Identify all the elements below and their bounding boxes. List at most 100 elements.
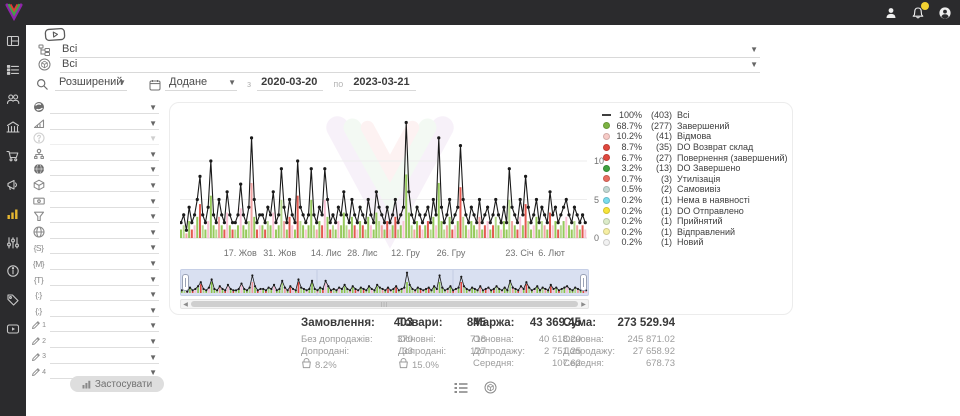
filter-select[interactable]: ▼ [50, 195, 159, 208]
date-field-value: Додане [169, 76, 207, 88]
stat-row-label: Середня: [563, 358, 604, 370]
filter-select[interactable]: ▼ [50, 319, 159, 332]
filter-select[interactable]: ▼ [50, 117, 159, 130]
filter-select[interactable]: ▼ [50, 179, 159, 192]
sidebar-item-megaphone[interactable] [0, 173, 26, 197]
legend-percent: 0.2% [614, 206, 642, 216]
legend-percent: 6.7% [614, 153, 642, 163]
legend-item[interactable]: 3.2%(13)DO Завершено [602, 163, 790, 174]
x-tick-label: 12. Гру [391, 248, 420, 258]
legend-item[interactable]: 10.2%(41)Відмова [602, 131, 790, 142]
apply-button[interactable]: Застосувати [70, 376, 164, 392]
chart-scrollbar[interactable]: ◀ ||| ▶ [180, 299, 589, 309]
sidebar-item-dashboard[interactable] [0, 29, 26, 53]
legend-percent: 68.7% [614, 121, 642, 131]
legend-dot-swatch [602, 197, 611, 204]
legend-item[interactable]: 100%(403)Всі [602, 110, 790, 121]
scroll-right-icon[interactable]: ▶ [579, 300, 588, 308]
user-icon[interactable] [883, 5, 898, 20]
sidebar-item-video[interactable] [0, 317, 26, 341]
legend-dot-swatch [602, 239, 611, 246]
legend-label: Прийнятий [677, 216, 723, 226]
search-mode-select[interactable]: Розширений ▼ [55, 76, 127, 91]
legend-item[interactable]: 0.2%(1)Нема в наявності [602, 195, 790, 206]
globe-wire-icon [31, 226, 46, 239]
filter-select[interactable]: ▼ [50, 210, 159, 223]
sitemap-icon [31, 148, 46, 161]
legend-percent: 8.7% [614, 142, 642, 152]
filter-row-ruler: ▼ [31, 115, 159, 130]
filter-select[interactable]: ▼ [50, 132, 159, 145]
topbar [0, 0, 960, 25]
search-icon[interactable] [36, 78, 49, 91]
stat-title: Замовлення:403 [301, 317, 413, 329]
sidebar-item-store[interactable] [0, 115, 26, 139]
sidebar-item-users[interactable] [0, 87, 26, 111]
legend-item[interactable]: 0.2% (1) Прийнятий [602, 216, 790, 227]
sidebar-item-orders-list[interactable] [0, 58, 26, 82]
product-filter-select[interactable]: Всі ▼ [60, 58, 760, 73]
funnel-icon [31, 210, 46, 223]
chart-brush[interactable] [180, 269, 589, 296]
filter-select[interactable]: ▼ [50, 101, 159, 114]
x-tick-label: 6. Лют [538, 248, 565, 258]
sidebar-item-cart[interactable] [0, 144, 26, 168]
legend-item[interactable]: 0.2%(1)Відправлений [602, 227, 790, 238]
legend-label: Повернення (завершений) [677, 153, 788, 163]
legend-count: (1) [646, 216, 672, 226]
chevron-down-icon: ▼ [149, 151, 157, 159]
sidebar-item-sliders[interactable] [0, 231, 26, 255]
legend-item[interactable]: 0.2%(1)Новий [602, 237, 790, 248]
legend-item[interactable]: 0.2%(1)DO Отправлено [602, 205, 790, 216]
filter-row-globe-solid: ▼ [31, 99, 159, 114]
filter-select[interactable]: ▼ [50, 288, 159, 301]
legend-item[interactable]: 6.7%(27)Повернення (завершений) [602, 152, 790, 163]
legend-dot-swatch [602, 144, 611, 151]
filter-select[interactable]: ▼ [50, 273, 159, 286]
filter-select[interactable]: ▼ [50, 226, 159, 239]
filter-select[interactable]: ▼ [50, 351, 159, 364]
legend-item[interactable]: 0.5%(2)Самовивіз [602, 184, 790, 195]
filter-row-cube: ▼ [31, 177, 159, 192]
brush-handle-right[interactable] [580, 274, 587, 291]
legend-label: Відправлений [677, 227, 735, 237]
search-date-row: Розширений ▼ Додане ▼ з 2020-03-20 по 20… [36, 75, 426, 91]
sidebar-item-tag[interactable] [0, 288, 26, 312]
legend-label: Всі [677, 110, 690, 120]
date-to-input[interactable]: 2023-03-21 [349, 76, 415, 91]
chevron-down-icon: ▼ [149, 104, 157, 112]
legend-item[interactable]: 8.7%(35)DO Возврат склад [602, 142, 790, 153]
app-logo[interactable] [4, 2, 24, 22]
tree-icon [36, 44, 52, 58]
date-field-select[interactable]: Додане ▼ [165, 76, 237, 91]
chart-panel: 0510 17. Жов31. Жов14. Лис28. Лис12. Гру… [169, 102, 793, 315]
filter-select[interactable]: ▼ [50, 257, 159, 270]
basket-icon [301, 358, 312, 373]
sidebar-item-info[interactable] [0, 259, 26, 283]
sidebar-item-analytics[interactable] [0, 202, 26, 226]
package-icon[interactable] [484, 381, 497, 399]
status-filter-select[interactable]: Всі ▼ [60, 43, 760, 58]
chevron-down-icon: ▼ [750, 61, 758, 69]
filter-select[interactable]: ▼ [50, 148, 159, 161]
bell-icon[interactable] [910, 5, 925, 20]
help-icon [31, 132, 46, 145]
account-icon[interactable] [937, 5, 952, 20]
filter-select[interactable]: ▼ [50, 335, 159, 348]
orders-chart[interactable] [180, 109, 589, 242]
legend-item[interactable]: 0.7%(3)Утилізація [602, 174, 790, 185]
scrollbar-thumb[interactable]: ||| [191, 301, 578, 307]
filter-select[interactable]: ▼ [50, 241, 159, 254]
filter-select[interactable]: ▼ [50, 163, 159, 176]
brush-handle-left[interactable] [182, 274, 189, 291]
list-icon[interactable] [454, 381, 468, 399]
scroll-left-icon[interactable]: ◀ [181, 300, 190, 308]
date-from-input[interactable]: 2020-03-20 [257, 76, 323, 91]
filter-row-sitemap: ▼ [31, 146, 159, 161]
chevron-down-icon: ▼ [149, 307, 157, 315]
stat-row-label: Без допродажів: [301, 334, 373, 346]
legend-item[interactable]: 68.7%(277)Завершений [602, 121, 790, 132]
legend-percent: 0.2% [614, 216, 642, 226]
filter-row-braces-12: {:}▼ [31, 286, 159, 301]
filter-select[interactable]: ▼ [50, 304, 159, 317]
